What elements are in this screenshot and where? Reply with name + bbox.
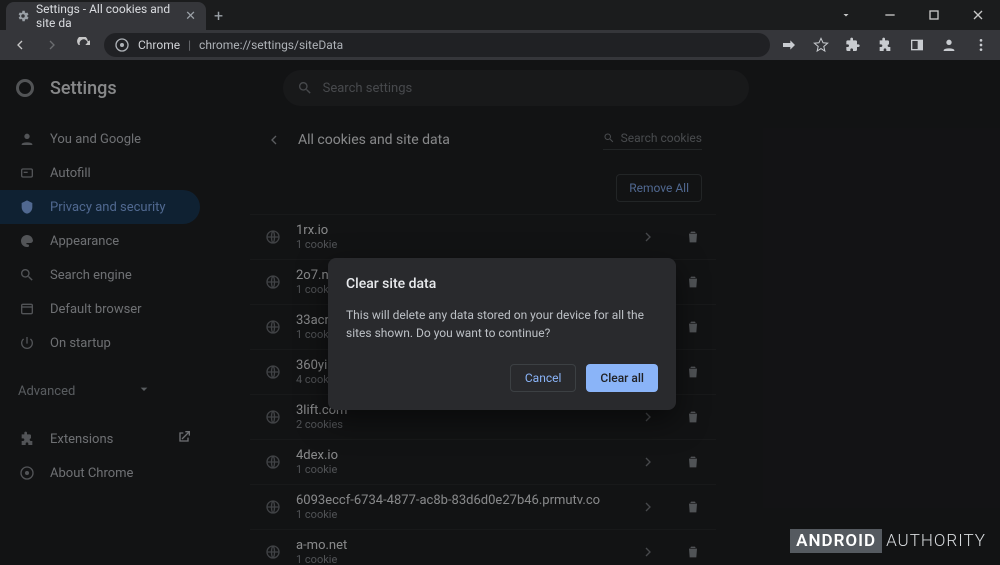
clear-all-button[interactable]: Clear all [586,364,658,392]
close-icon[interactable]: ✕ [185,9,196,24]
dialog-body: This will delete any data stored on your… [346,306,658,342]
star-icon[interactable] [810,34,832,56]
puzzle-icon[interactable] [874,34,896,56]
minimize-button[interactable] [868,0,912,30]
url-scheme-label: Chrome [138,38,180,52]
gear-icon [16,9,30,23]
extension-icon[interactable] [842,34,864,56]
dialog-title: Clear site data [346,276,658,292]
url-text: chrome://settings/siteData [199,38,343,52]
share-icon[interactable] [778,34,800,56]
browser-tab[interactable]: Settings - All cookies and site da ✕ [6,2,206,30]
window-titlebar: Settings - All cookies and site da ✕ + [0,0,1000,30]
cancel-button[interactable]: Cancel [510,364,577,392]
kebab-menu-icon[interactable] [970,34,992,56]
sidepanel-icon[interactable] [906,34,928,56]
chevron-down-icon[interactable] [824,0,868,30]
url-divider: | [188,38,191,52]
new-tab-button[interactable]: + [206,6,231,25]
close-window-button[interactable] [956,0,1000,30]
watermark-b: AUTHORITY [886,531,986,551]
watermark: ANDROIDAUTHORITY [790,531,986,551]
back-button[interactable] [8,33,32,57]
toolbar-icons [778,34,992,56]
chrome-icon [114,37,130,53]
maximize-button[interactable] [912,0,956,30]
reload-button[interactable] [72,33,96,57]
tab-strip: Settings - All cookies and site da ✕ + [0,0,231,30]
clear-site-data-dialog: Clear site data This will delete any dat… [328,258,676,410]
profile-icon[interactable] [938,34,960,56]
tab-title: Settings - All cookies and site da [36,2,179,30]
address-bar: Chrome | chrome://settings/siteData [0,30,1000,60]
forward-button[interactable] [40,33,64,57]
watermark-a: ANDROID [790,529,882,553]
omnibox[interactable]: Chrome | chrome://settings/siteData [104,33,770,57]
settings-page: Settings Search settings You and Google … [0,60,1000,565]
window-controls [824,0,1000,30]
